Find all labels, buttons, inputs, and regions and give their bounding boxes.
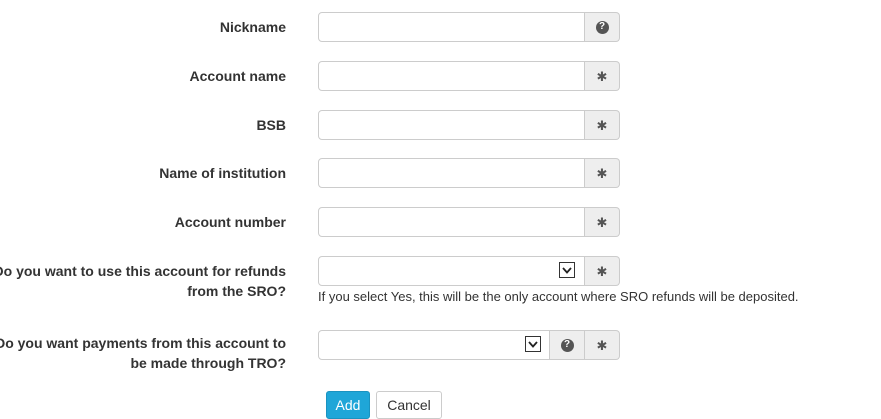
tro-payments-required-addon: ✱ — [585, 330, 620, 360]
sro-refund-select[interactable] — [318, 256, 585, 286]
account-name-label: Account name — [189, 68, 286, 84]
required-icon: ✱ — [596, 68, 608, 84]
sro-refund-label: Do you want to use this account for refu… — [0, 263, 286, 299]
account-number-input[interactable] — [318, 207, 585, 237]
sro-refund-required-addon: ✱ — [585, 256, 620, 286]
required-icon: ✱ — [596, 117, 608, 133]
tro-payments-help-addon[interactable]: ? — [550, 330, 585, 360]
required-icon: ✱ — [596, 165, 608, 181]
chevron-down-icon[interactable] — [525, 336, 541, 352]
bsb-label: BSB — [256, 117, 286, 133]
chevron-down-icon[interactable] — [559, 262, 575, 278]
institution-input[interactable] — [318, 158, 585, 188]
bsb-required-addon: ✱ — [585, 110, 620, 140]
tro-payments-select[interactable] — [318, 330, 550, 360]
question-icon[interactable]: ? — [595, 20, 609, 34]
account-name-required-addon: ✱ — [585, 61, 620, 91]
add-button[interactable]: Add — [326, 391, 370, 419]
required-icon: ✱ — [596, 214, 608, 230]
tro-payments-label: Do you want payments from this account t… — [0, 335, 286, 371]
question-icon[interactable]: ? — [560, 338, 574, 352]
nickname-input[interactable] — [318, 12, 585, 42]
account-name-input[interactable] — [318, 61, 585, 91]
institution-required-addon: ✱ — [585, 158, 620, 188]
cancel-button[interactable]: Cancel — [376, 391, 442, 419]
required-icon: ✱ — [596, 337, 608, 353]
bsb-input[interactable] — [318, 110, 585, 140]
nickname-help-addon[interactable]: ? — [585, 12, 620, 42]
account-number-required-addon: ✱ — [585, 207, 620, 237]
required-icon: ✱ — [596, 263, 608, 279]
institution-label: Name of institution — [159, 165, 286, 181]
sro-refund-help-text: If you select Yes, this will be the only… — [318, 289, 799, 304]
account-number-label: Account number — [174, 214, 286, 230]
nickname-label: Nickname — [219, 19, 286, 35]
